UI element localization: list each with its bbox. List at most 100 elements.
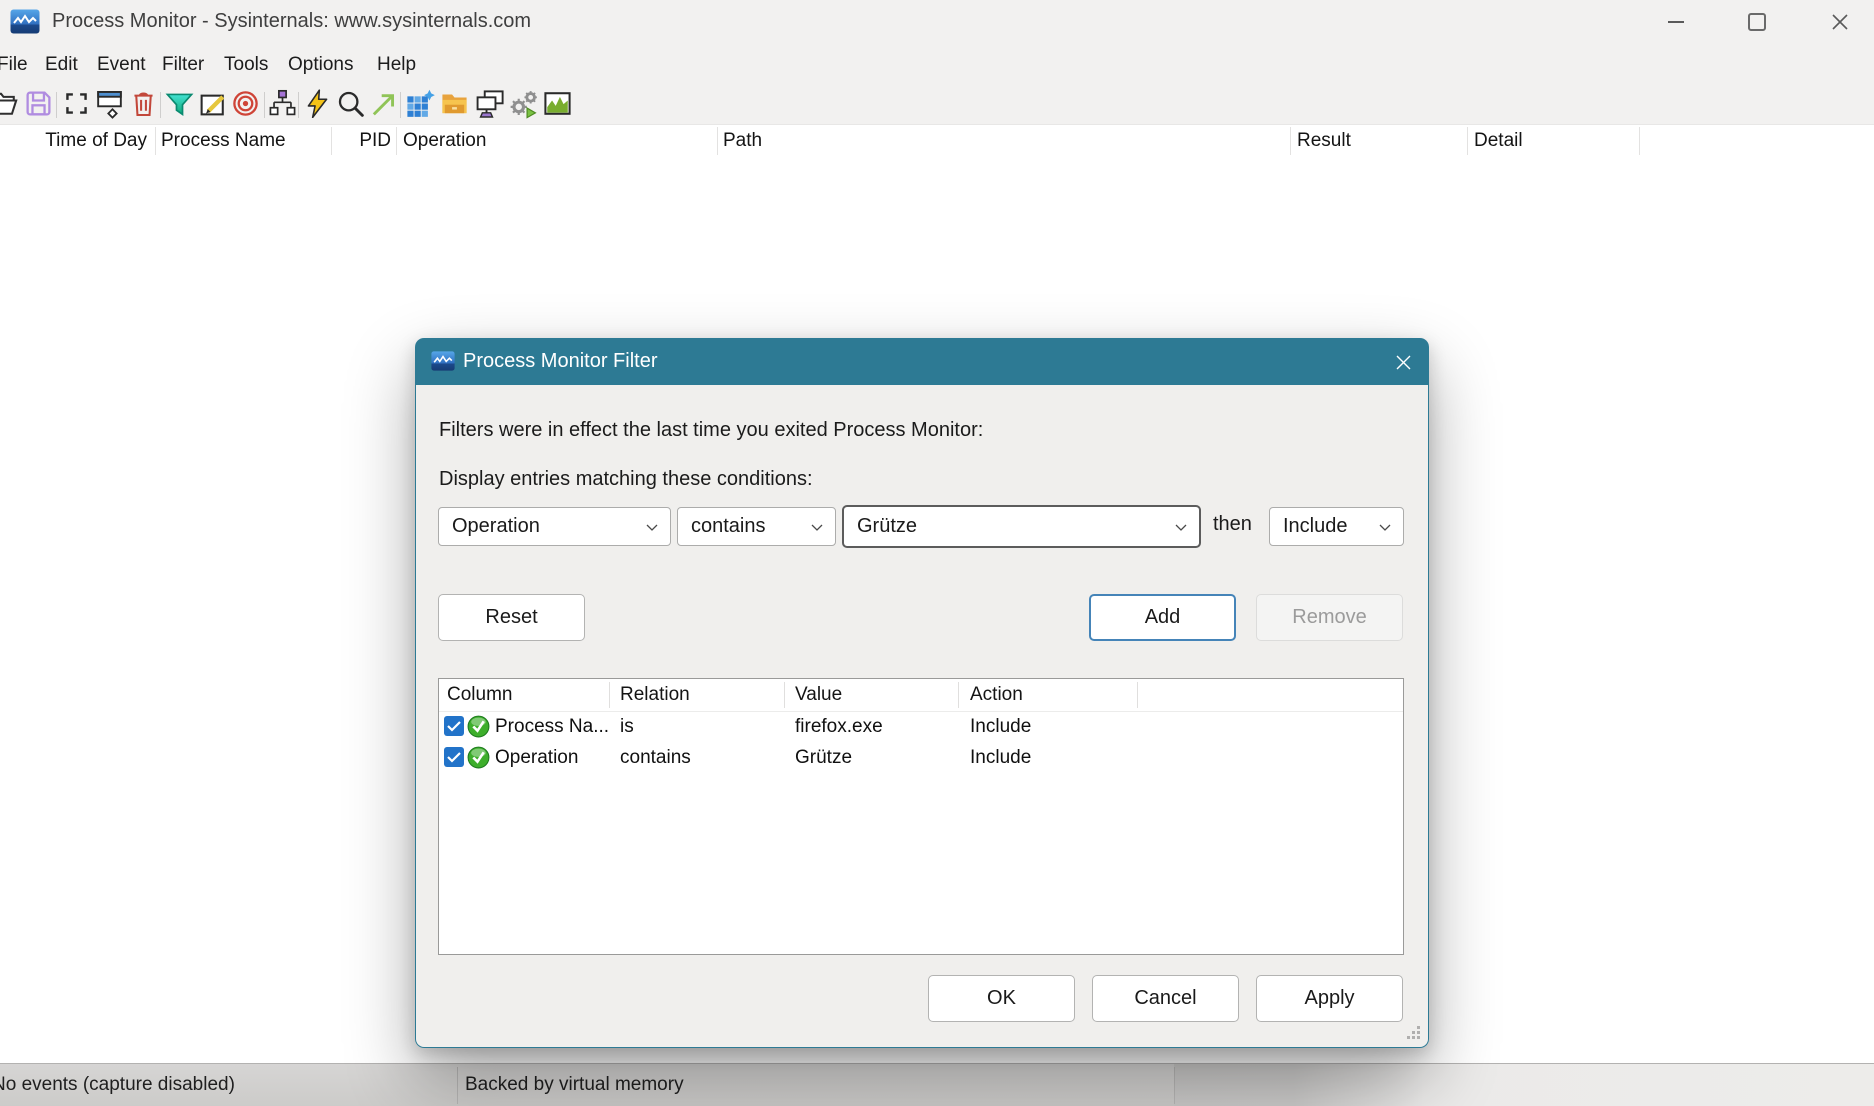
- column-header-time-of-day[interactable]: Time of Day: [30, 130, 147, 152]
- statusbar-right-section: [1174, 1064, 1874, 1106]
- autoscroll-icon[interactable]: [95, 89, 124, 120]
- rule-value: firefox.exe: [795, 716, 883, 738]
- find-icon[interactable]: [336, 89, 365, 118]
- list-column-divider[interactable]: [958, 682, 959, 708]
- maximize-button[interactable]: [1727, 0, 1787, 44]
- minimize-icon: [1668, 21, 1684, 23]
- chevron-down-icon: [811, 524, 823, 531]
- save-icon[interactable]: [24, 89, 53, 118]
- menu-help[interactable]: Help: [377, 54, 416, 76]
- list-column-divider[interactable]: [784, 682, 785, 708]
- filter-rule-row[interactable]: Operation contains Grütze Include: [439, 742, 1403, 773]
- menubar: File Edit Event Filter Tools Options Hel…: [0, 50, 1874, 84]
- chevron-down-icon: [646, 524, 658, 531]
- rule-checkbox-checked[interactable]: [444, 716, 464, 736]
- list-header-column[interactable]: Column: [447, 684, 512, 706]
- add-button[interactable]: Add: [1089, 594, 1236, 641]
- chevron-down-icon: [1379, 524, 1391, 531]
- menu-file[interactable]: File: [0, 54, 28, 76]
- list-header-action[interactable]: Action: [970, 684, 1023, 706]
- show-file-system-activity-icon[interactable]: [440, 89, 469, 118]
- toolbar-separator: [56, 92, 57, 118]
- column-divider[interactable]: [331, 127, 332, 155]
- column-divider[interactable]: [717, 127, 718, 155]
- window-chrome: Process Monitor - Sysinternals: www.sysi…: [0, 0, 1874, 124]
- reset-button[interactable]: Reset: [438, 594, 585, 641]
- menu-options[interactable]: Options: [288, 54, 353, 76]
- include-process-from-window-icon[interactable]: [231, 89, 260, 118]
- include-rule-icon: [466, 714, 491, 739]
- remove-button[interactable]: Remove: [1256, 594, 1403, 641]
- column-divider[interactable]: [155, 127, 156, 155]
- column-divider[interactable]: [396, 127, 397, 155]
- procmon-app-icon: [10, 9, 40, 34]
- maximize-icon: [1748, 13, 1766, 31]
- close-icon: [1395, 354, 1412, 371]
- apply-button[interactable]: Apply: [1256, 975, 1403, 1022]
- rule-relation: contains: [620, 747, 691, 769]
- minimize-button[interactable]: [1646, 0, 1706, 44]
- column-divider[interactable]: [1639, 127, 1640, 155]
- statusbar: No events (capture disabled) Backed by v…: [0, 1063, 1874, 1106]
- filter-dialog: Process Monitor Filter Filters were in e…: [415, 338, 1429, 1048]
- toolbar-separator: [160, 92, 161, 118]
- conditions-label: Display entries matching these condition…: [439, 468, 813, 491]
- rule-column: Process Na...: [495, 716, 609, 738]
- show-network-activity-icon[interactable]: [474, 89, 505, 120]
- show-process-activity-icon[interactable]: [508, 89, 539, 120]
- column-divider[interactable]: [1467, 127, 1468, 155]
- jump-to-icon[interactable]: [369, 89, 398, 118]
- column-combobox[interactable]: Operation: [438, 507, 671, 546]
- show-profiling-events-icon[interactable]: [543, 89, 572, 118]
- menu-edit[interactable]: Edit: [45, 54, 78, 76]
- show-registry-activity-icon[interactable]: [405, 89, 436, 118]
- column-header-operation[interactable]: Operation: [403, 130, 486, 152]
- list-header-value[interactable]: Value: [795, 684, 842, 706]
- relation-combobox[interactable]: contains: [677, 507, 836, 546]
- clear-display-icon[interactable]: [129, 89, 158, 118]
- resize-grip[interactable]: [1407, 1026, 1421, 1040]
- menu-tools[interactable]: Tools: [224, 54, 268, 76]
- column-header-path[interactable]: Path: [723, 130, 762, 152]
- filter-rule-row[interactable]: Process Na... is firefox.exe Include: [439, 711, 1403, 742]
- list-header-relation[interactable]: Relation: [620, 684, 690, 706]
- list-column-divider[interactable]: [609, 682, 610, 708]
- open-icon[interactable]: [0, 89, 18, 118]
- cancel-button[interactable]: Cancel: [1092, 975, 1239, 1022]
- close-button[interactable]: [1810, 0, 1870, 44]
- toolbar-separator: [298, 92, 299, 118]
- column-header-process-name[interactable]: Process Name: [161, 130, 286, 152]
- ok-button[interactable]: OK: [928, 975, 1075, 1022]
- set-filter-icon[interactable]: [165, 89, 194, 118]
- toolbar-separator: [264, 92, 265, 118]
- dialog-close-button[interactable]: [1393, 352, 1413, 372]
- relation-combobox-value: contains: [691, 515, 766, 538]
- check-icon: [447, 751, 461, 763]
- include-rule-icon: [466, 745, 491, 770]
- filter-dialog-title: Process Monitor Filter: [463, 350, 658, 373]
- column-header-pid[interactable]: PID: [351, 130, 391, 152]
- rule-column: Operation: [495, 747, 578, 769]
- filter-dialog-body: Filters were in effect the last time you…: [415, 385, 1429, 1048]
- procmon-app-icon: [431, 351, 455, 371]
- list-column-divider[interactable]: [1137, 682, 1138, 708]
- filter-list: Column Relation Value Action: [438, 678, 1404, 955]
- value-combobox[interactable]: Grütze: [842, 505, 1201, 548]
- capture-toggle-icon[interactable]: [303, 89, 332, 118]
- value-combobox-value: Grütze: [857, 515, 917, 538]
- column-header-detail[interactable]: Detail: [1474, 130, 1523, 152]
- menu-event[interactable]: Event: [97, 54, 146, 76]
- capture-icon[interactable]: [62, 89, 91, 118]
- action-combobox[interactable]: Include: [1269, 507, 1404, 546]
- procmon-window: Process Monitor - Sysinternals: www.sysi…: [0, 0, 1874, 1106]
- highlight-icon[interactable]: [198, 89, 227, 118]
- statusbar-divider: [457, 1067, 458, 1104]
- menu-filter[interactable]: Filter: [162, 54, 204, 76]
- column-header-result[interactable]: Result: [1297, 130, 1351, 152]
- column-divider[interactable]: [1290, 127, 1291, 155]
- rule-value: Grütze: [795, 747, 852, 769]
- rule-checkbox-checked[interactable]: [444, 747, 464, 767]
- toolbar: [0, 86, 1874, 124]
- toolbar-separator: [400, 92, 401, 118]
- process-tree-icon[interactable]: [268, 89, 297, 118]
